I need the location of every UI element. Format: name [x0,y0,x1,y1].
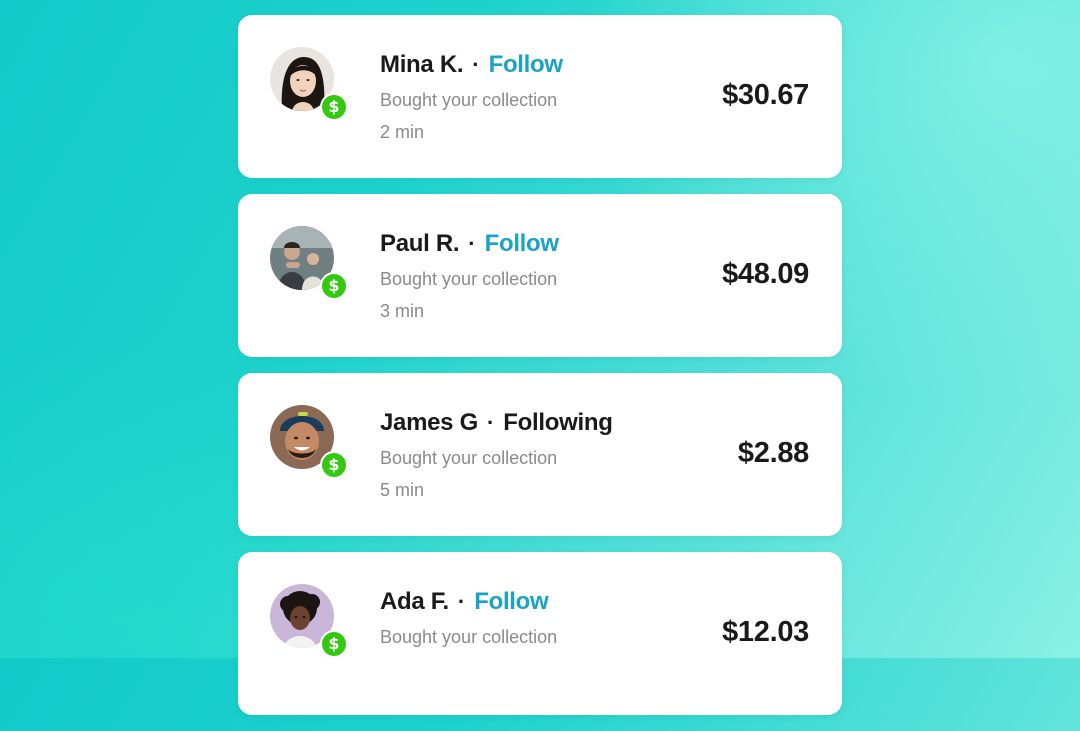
dollar-sign-icon: $ [320,630,348,658]
activity-time: 5 min [380,480,425,500]
activity-time [380,659,557,681]
user-name[interactable]: Mina K. [380,51,464,79]
activity-time: 3 min [380,301,425,321]
follow-button[interactable]: Follow [474,588,548,616]
follow-button[interactable]: Follow [485,230,559,258]
activity-info: Mina K. · Follow Bought your collection … [380,50,563,144]
separator-dot: · [486,410,495,435]
name-line: Mina K. · Follow [380,50,563,80]
user-name[interactable]: James G [380,409,478,437]
activity-info: James G · Following Bought your collecti… [380,408,613,502]
purchase-amount: $12.03 [722,616,809,648]
dollar-sign-icon: $ [320,272,348,300]
separator-dot: · [472,52,480,77]
activity-card[interactable]: $ James G · Following Bought your collec… [238,373,842,536]
activity-feed: $ Mina K. · Follow Bought your collectio… [238,15,842,731]
activity-card[interactable]: $ Ada F. · Follow Bought your collection… [238,552,842,715]
user-name[interactable]: Ada F. [380,588,449,616]
user-name[interactable]: Paul R. [380,230,460,258]
purchase-amount: $2.88 [737,437,809,469]
activity-description: Bought your collection [380,90,558,110]
name-line: Paul R. · Follow [380,229,559,259]
avatar-container: $ [270,405,348,479]
purchase-amount: $30.67 [722,79,809,111]
separator-dot: · [468,231,476,256]
activity-card[interactable]: $ Paul R. · Follow Bought your collectio… [238,194,842,357]
activity-description: Bought your collection [380,627,558,647]
dollar-sign-icon: $ [320,93,348,121]
activity-info: Paul R. · Follow Bought your collection … [380,229,559,323]
name-line: James G · Following [380,408,613,438]
activity-description: Bought your collection [380,269,558,289]
avatar-container: $ [270,584,348,658]
activity-description: Bought your collection [380,448,558,468]
activity-card[interactable]: $ Mina K. · Follow Bought your collectio… [238,15,842,178]
avatar-container: $ [270,226,348,300]
activity-time: 2 min [380,122,425,142]
name-line: Ada F. · Follow [380,587,557,617]
activity-info: Ada F. · Follow Bought your collection [380,587,557,681]
dollar-sign-icon: $ [320,451,348,479]
following-button[interactable]: Following [503,409,613,437]
purchase-amount: $48.09 [722,258,809,290]
avatar-container: $ [270,47,348,121]
separator-dot: · [457,589,466,614]
follow-button[interactable]: Follow [489,51,563,79]
